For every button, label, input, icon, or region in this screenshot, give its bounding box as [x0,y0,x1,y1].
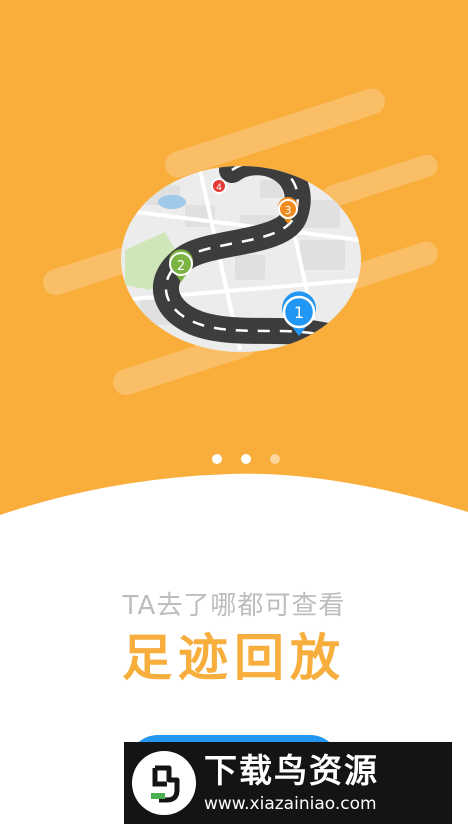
watermark-name: 下载鸟资源 [204,751,379,790]
svg-text:2: 2 [177,259,185,274]
svg-text:3: 3 [285,204,292,217]
watermark-url: www.xiazainiao.com [204,794,377,814]
pager-dot[interactable] [212,454,222,464]
svg-text:4: 4 [216,183,222,193]
hero-illustration: 4 3 2 1 [0,0,468,515]
watermark-overlay: 下载鸟资源 www.xiazainiao.com [124,742,452,824]
route-pin-4: 4 [211,178,227,194]
svg-text:1: 1 [294,303,304,322]
pager-dot[interactable] [270,454,280,464]
feature-title: 足迹回放 [122,629,346,687]
hero-banner: 4 3 2 1 [0,0,468,560]
pager-dot[interactable] [241,454,251,464]
feature-subtitle: TA去了哪都可查看 [122,591,346,621]
bird-logo-icon [132,751,196,815]
